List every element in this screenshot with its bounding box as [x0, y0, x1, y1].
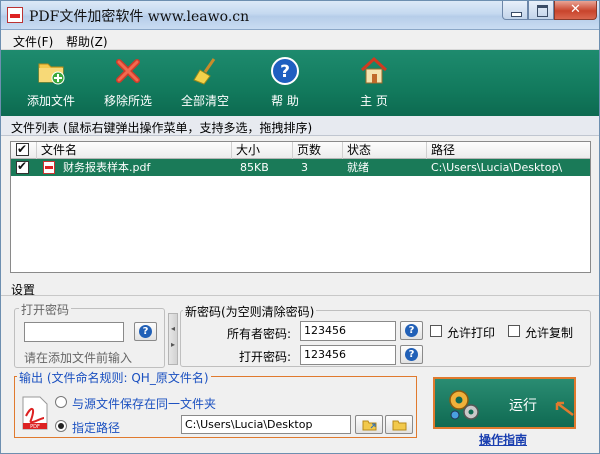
- open-folder-shortcut-button[interactable]: [355, 415, 383, 434]
- remove-x-icon: [116, 59, 140, 83]
- question-icon: ?: [271, 57, 299, 85]
- col-size[interactable]: 大小: [232, 142, 293, 159]
- pointer-arrow-icon: [555, 401, 574, 416]
- home-label: 主 页: [360, 94, 388, 108]
- select-all-checkbox[interactable]: [16, 141, 29, 158]
- same-folder-radio[interactable]: [55, 396, 67, 408]
- broom-icon: [193, 58, 216, 85]
- file-list-caption-bar: 文件列表 (鼠标右键弹出操作菜单，支持多选，拖拽排序): [1, 116, 599, 136]
- app-window: PDF文件加密软件 www.leawo.cn ✕ 文件(F) 帮助(Z) 添加文…: [0, 0, 600, 454]
- menu-help[interactable]: 帮助(Z): [66, 33, 108, 50]
- pdf-app-icon: [7, 7, 23, 23]
- home-button[interactable]: 主 页: [342, 50, 406, 116]
- help-button[interactable]: ? 帮 助: [253, 50, 317, 116]
- window-title: PDF文件加密软件 www.leawo.cn: [29, 9, 250, 25]
- owner-password-help-button[interactable]: ?: [400, 321, 423, 340]
- owner-password-input[interactable]: 123456: [300, 321, 396, 341]
- allow-print-checkbox[interactable]: [430, 325, 442, 337]
- new-password-group-title: 新密码(为空则清除密码): [183, 303, 317, 320]
- allow-copy-label: 允许复制: [525, 326, 574, 340]
- clear-all-label: 全部清空: [180, 94, 229, 108]
- file-list-caption: 文件列表 (鼠标右键弹出操作菜单，支持多选，拖拽排序): [11, 121, 313, 135]
- svg-text:?: ?: [280, 62, 290, 82]
- owner-password-label: 所有者密码:: [227, 327, 292, 341]
- remove-selected-button[interactable]: 移除所选: [92, 50, 164, 116]
- specified-path-label: 指定路径: [72, 421, 121, 435]
- add-file-label: 添加文件: [26, 94, 75, 108]
- col-status[interactable]: 状态: [343, 142, 427, 159]
- question-icon: ?: [139, 325, 152, 338]
- same-folder-label: 与源文件保存在同一文件夹: [72, 397, 217, 411]
- open-password-label: 打开密码:: [239, 350, 292, 364]
- svg-text:PDF: PDF: [30, 424, 40, 430]
- open-password-new-input[interactable]: 123456: [300, 345, 396, 365]
- add-file-button[interactable]: 添加文件: [15, 50, 87, 116]
- allow-print-label: 允许打印: [447, 326, 496, 340]
- open-password-group-title: 打开密码: [19, 301, 72, 318]
- menu-bar: 文件(F) 帮助(Z): [1, 30, 599, 50]
- gears-icon: [449, 390, 479, 420]
- row-pages: 3: [301, 161, 308, 174]
- allow-copy-checkbox[interactable]: [508, 325, 520, 337]
- folder-add-icon: [38, 63, 65, 85]
- table-row[interactable]: 财务报表样本.pdf 85KB 3 就绪 C:\Users\Lucia\Desk…: [11, 159, 590, 176]
- row-checkbox[interactable]: [16, 159, 29, 174]
- output-path-input[interactable]: C:\Users\Lucia\Desktop: [181, 415, 351, 434]
- menu-file[interactable]: 文件(F): [13, 33, 53, 50]
- operation-guide-link[interactable]: 操作指南: [479, 431, 527, 448]
- file-list[interactable]: 文件名 大小 页数 状态 路径 财务报表样本.pdf 85KB 3 就绪 C:\…: [10, 141, 591, 273]
- select-all-column[interactable]: [11, 141, 37, 159]
- home-icon: [360, 56, 388, 84]
- col-pages[interactable]: 页数: [293, 142, 343, 159]
- specified-path-radio[interactable]: [55, 420, 67, 432]
- settings-caption: 设置: [11, 283, 36, 297]
- row-size: 85KB: [240, 161, 269, 174]
- toolbar: 添加文件 移除所选 全部清空 ? 帮 助 主 页: [1, 50, 599, 116]
- folder-icon: [392, 420, 407, 431]
- open-password-help-button[interactable]: ?: [134, 322, 157, 341]
- output-group-title: 输出 (文件命名规则: QH_原文件名): [17, 369, 211, 386]
- question-icon: ?: [405, 348, 418, 361]
- file-list-header: 文件名 大小 页数 状态 路径: [11, 141, 590, 159]
- pdf-file-icon: [43, 161, 55, 174]
- clear-all-button[interactable]: 全部清空: [169, 50, 241, 116]
- folder-arrow-icon: [362, 420, 377, 431]
- browse-folder-button[interactable]: [385, 415, 413, 434]
- row-filename: 财务报表样本.pdf: [63, 161, 151, 174]
- minimize-button[interactable]: [502, 1, 528, 20]
- pdf-document-icon: PDF: [22, 396, 48, 430]
- help-label: 帮 助: [271, 94, 299, 108]
- open-password-hint: 请在添加文件前输入: [24, 351, 133, 365]
- row-status: 就绪: [347, 161, 369, 174]
- question-icon: ?: [405, 324, 418, 337]
- close-button[interactable]: ✕: [554, 1, 597, 20]
- panel-splitter[interactable]: [168, 313, 178, 365]
- row-path: C:\Users\Lucia\Desktop\: [431, 161, 563, 174]
- run-label: 运行: [509, 398, 537, 414]
- remove-selected-label: 移除所选: [103, 94, 152, 108]
- maximize-button[interactable]: [528, 1, 554, 20]
- open-password-new-help-button[interactable]: ?: [400, 345, 423, 364]
- title-bar: PDF文件加密软件 www.leawo.cn ✕: [1, 1, 599, 30]
- col-path[interactable]: 路径: [427, 142, 579, 159]
- open-password-input[interactable]: [24, 322, 124, 342]
- col-filename[interactable]: 文件名: [37, 142, 232, 159]
- run-button[interactable]: 运行: [433, 377, 576, 429]
- close-icon: ✕: [570, 2, 581, 17]
- settings-caption-bar: 设置: [1, 281, 599, 297]
